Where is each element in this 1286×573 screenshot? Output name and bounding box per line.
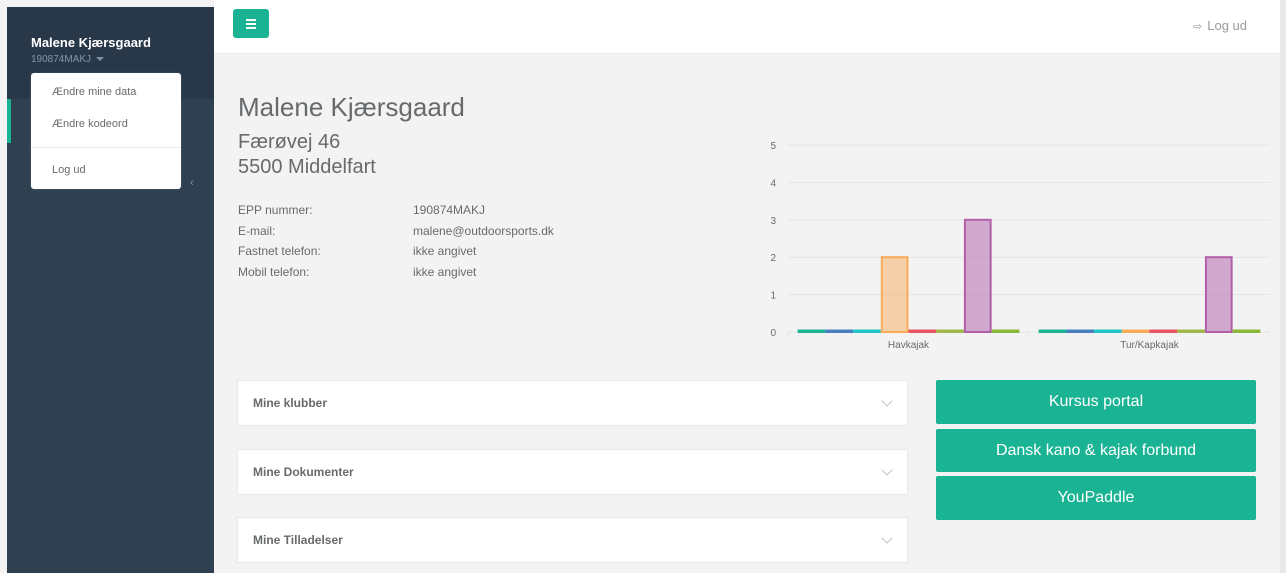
chart-bar xyxy=(1094,329,1122,333)
hamburger-icon-line xyxy=(246,27,256,29)
info-value-phone: ikke angivet xyxy=(413,244,477,258)
panel-title-clubs: Mine klubber xyxy=(253,396,328,410)
menu-item-edit-data[interactable]: Ændre mine data xyxy=(52,86,136,98)
caret-down-icon xyxy=(96,57,105,62)
info-value-mobile: ikke angivet xyxy=(413,265,477,279)
hamburger-icon-line xyxy=(246,23,256,25)
profile-id: 190874MAKJ xyxy=(31,54,92,65)
menu-toggle-button[interactable] xyxy=(233,9,269,38)
top-navbar: ⇨ Log ud xyxy=(214,0,1280,54)
x-category-label: Havkajak xyxy=(888,340,930,351)
y-tick-label: 2 xyxy=(770,253,776,264)
profile-dropdown: Ændre mine data Ændre kodeord Log ud xyxy=(31,73,181,189)
menu-item-logout[interactable]: Log ud xyxy=(52,164,86,176)
y-tick-label: 1 xyxy=(770,291,776,302)
info-label-email: E-mail: xyxy=(238,224,276,238)
y-tick-label: 5 xyxy=(770,141,776,152)
chart-bar xyxy=(853,329,881,333)
panel-permits[interactable]: Mine Tilladelser xyxy=(237,517,908,563)
chart-bar xyxy=(1149,329,1178,333)
youpaddle-button[interactable]: YouPaddle xyxy=(936,476,1256,520)
chevron-left-icon[interactable]: ‹ xyxy=(190,177,194,189)
dropdown-divider xyxy=(31,147,181,148)
chevron-down-icon[interactable] xyxy=(881,464,893,476)
active-nav-indicator xyxy=(7,99,11,143)
info-label-epp: EPP nummer: xyxy=(238,203,313,217)
panel-documents[interactable]: Mine Dokumenter xyxy=(237,449,908,495)
info-value-email: malene@outdoorsports.dk xyxy=(413,224,554,238)
profile-id-toggle[interactable]: 190874MAKJ xyxy=(31,54,105,65)
profile-name: Malene Kjærsgaard xyxy=(31,35,151,50)
chevron-down-icon[interactable] xyxy=(881,395,893,407)
panel-title-permits: Mine Tilladelser xyxy=(253,533,343,547)
chart-bar xyxy=(991,329,1020,333)
chart-bar xyxy=(797,329,826,333)
chart-bar xyxy=(825,329,854,333)
info-label-phone: Fastnet telefon: xyxy=(238,244,321,258)
address-city: 5500 Middelfart xyxy=(238,156,376,178)
chart-bar xyxy=(1121,329,1150,333)
chart-bar xyxy=(963,218,992,333)
y-tick-label: 3 xyxy=(770,216,776,227)
logout-label: Log ud xyxy=(1207,18,1247,33)
hamburger-icon xyxy=(246,19,256,21)
info-label-mobile: Mobil telefon: xyxy=(238,265,310,279)
course-portal-button[interactable]: Kursus portal xyxy=(936,380,1256,424)
panel-title-documents: Mine Dokumenter xyxy=(253,465,354,479)
address-street: Færøvej 46 xyxy=(238,131,341,153)
chevron-down-icon[interactable] xyxy=(881,532,893,544)
menu-item-change-password[interactable]: Ændre kodeord xyxy=(52,118,128,130)
chart-bar xyxy=(1232,329,1261,333)
sign-out-icon: ⇨ xyxy=(1193,21,1203,33)
x-category-label: Tur/Kapkajak xyxy=(1120,340,1180,351)
y-tick-label: 4 xyxy=(770,178,776,189)
chart-bar xyxy=(1066,329,1095,333)
chart-bar xyxy=(936,329,964,333)
chart-bar xyxy=(1038,329,1067,333)
scrollbar[interactable] xyxy=(1280,0,1286,573)
panel-clubs[interactable]: Mine klubber xyxy=(237,380,908,426)
chart-bar xyxy=(1204,256,1233,333)
y-tick-label: 0 xyxy=(770,328,776,339)
info-value-epp: 190874MAKJ xyxy=(413,203,486,217)
chart-bar xyxy=(1177,329,1205,333)
dkf-button[interactable]: Dansk kano & kajak forbund xyxy=(936,429,1256,472)
chart-bar xyxy=(880,256,909,333)
chart-bar xyxy=(908,329,937,333)
page-title: Malene Kjærsgaard xyxy=(238,92,465,122)
activity-bar-chart: 0 1 2 3 4 5 Havkajak Tur/Kapkajak xyxy=(770,141,1270,351)
logout-link[interactable]: ⇨ Log ud xyxy=(1193,18,1247,33)
